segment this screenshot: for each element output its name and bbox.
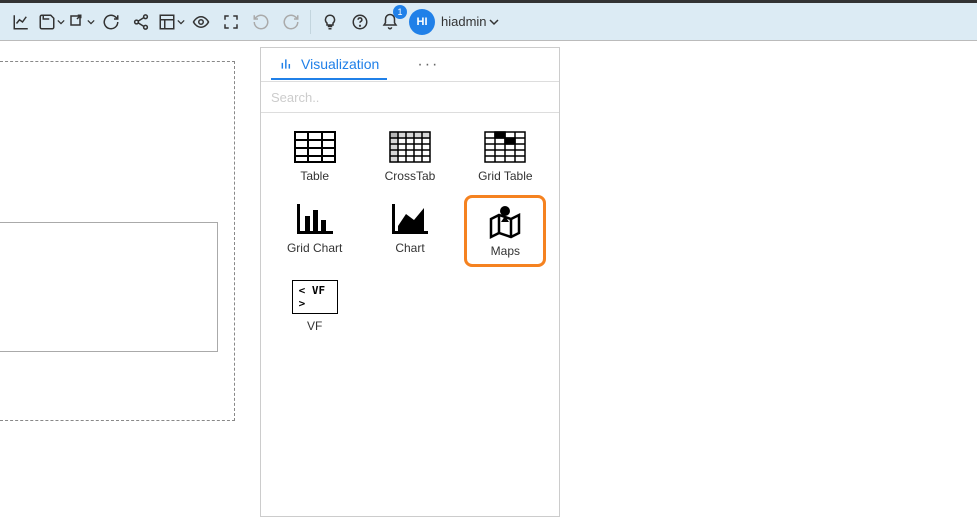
viz-maps[interactable]: Maps <box>464 195 546 267</box>
visualization-panel: Visualization ··· Table CrossTab <box>260 47 560 517</box>
viz-label: Grid Table <box>478 169 532 183</box>
viz-label: Table <box>300 169 329 183</box>
layout-dropdown-icon[interactable] <box>156 7 186 37</box>
viz-table[interactable]: Table <box>274 123 356 189</box>
viz-vf[interactable]: < VF > VF <box>274 273 356 339</box>
viz-crosstab[interactable]: CrossTab <box>369 123 451 189</box>
viz-grid-chart[interactable]: Grid Chart <box>274 195 356 267</box>
viz-label: CrossTab <box>385 169 436 183</box>
bar-chart-icon <box>279 57 295 71</box>
tab-more-icon[interactable]: ··· <box>417 56 439 74</box>
vf-icon: < VF > <box>292 279 338 315</box>
visualization-grid: Table CrossTab Grid Table Grid Chart <box>261 113 559 349</box>
panel-tab-bar: Visualization ··· <box>261 48 559 82</box>
chart-icon <box>387 201 433 237</box>
username-label: hiadmin <box>441 14 487 29</box>
share-icon[interactable] <box>126 7 156 37</box>
notification-icon[interactable]: 1 <box>375 7 405 37</box>
tab-visualization[interactable]: Visualization <box>271 50 387 80</box>
chart-line-icon[interactable] <box>6 7 36 37</box>
main-toolbar: 1 HI hiadmin <box>0 3 977 41</box>
canvas-inner-box[interactable] <box>0 222 218 352</box>
canvas-area <box>0 41 254 525</box>
grid-chart-icon <box>292 201 338 237</box>
toolbar-separator <box>310 10 311 34</box>
viz-label: Chart <box>395 241 424 255</box>
redo-icon <box>276 7 306 37</box>
fullscreen-icon[interactable] <box>216 7 246 37</box>
viz-grid-table[interactable]: Grid Table <box>464 123 546 189</box>
maps-icon <box>482 204 528 240</box>
lightbulb-icon[interactable] <box>315 7 345 37</box>
refresh-icon[interactable] <box>96 7 126 37</box>
tab-label: Visualization <box>301 56 379 72</box>
crosstab-icon <box>387 129 433 165</box>
save-dropdown-icon[interactable] <box>36 7 66 37</box>
undo-icon <box>246 7 276 37</box>
help-icon[interactable] <box>345 7 375 37</box>
user-menu[interactable]: hiadmin <box>441 14 499 29</box>
grid-table-icon <box>482 129 528 165</box>
export-dropdown-icon[interactable] <box>66 7 96 37</box>
canvas-dashed-container <box>0 61 235 421</box>
eye-icon[interactable] <box>186 7 216 37</box>
viz-label: VF <box>307 319 322 333</box>
search-input[interactable] <box>271 84 549 110</box>
viz-label: Maps <box>491 244 520 258</box>
viz-label: Grid Chart <box>287 241 342 255</box>
avatar[interactable]: HI <box>409 9 435 35</box>
table-icon <box>292 129 338 165</box>
viz-chart[interactable]: Chart <box>369 195 451 267</box>
notification-badge: 1 <box>393 5 407 19</box>
